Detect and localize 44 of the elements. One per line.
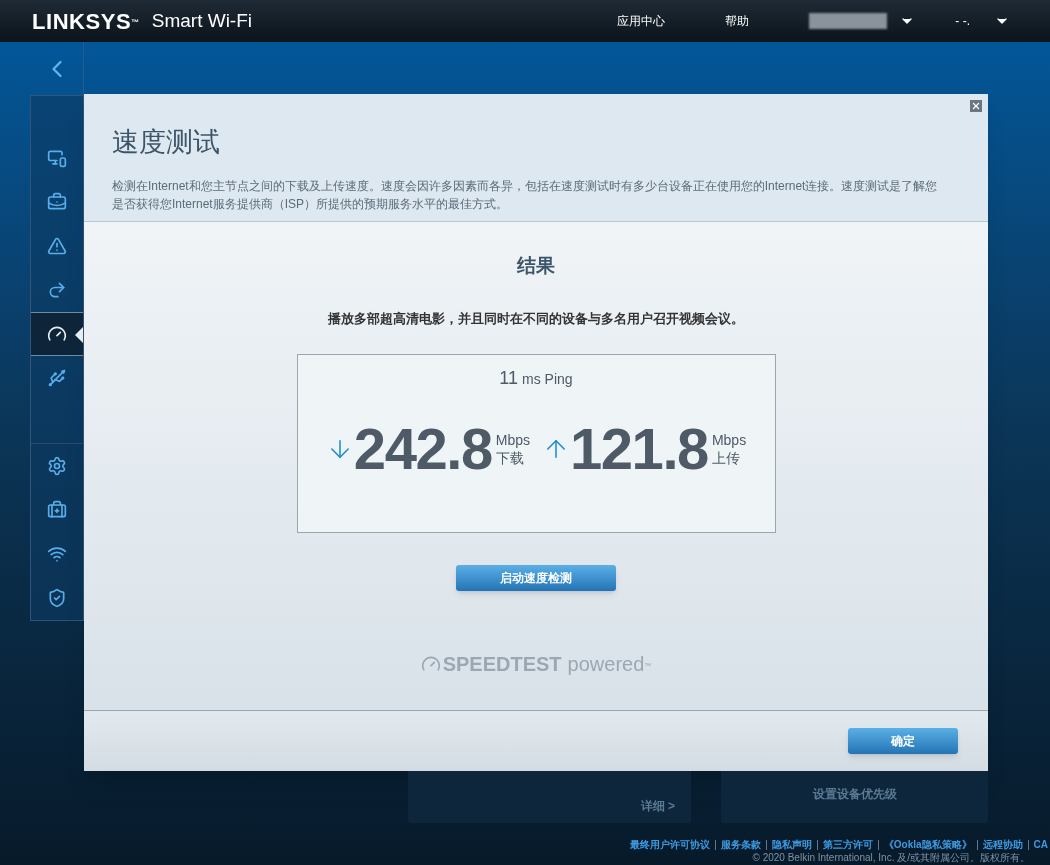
start-test-button[interactable]: 启动速度检测	[456, 565, 616, 591]
footer-link[interactable]: 隐私声明	[771, 837, 812, 852]
logo: LINKSYS$^{™}$	[32, 7, 140, 36]
product-name: Smart Wi-Fi	[151, 8, 253, 33]
card-text: 详细 >	[640, 798, 675, 815]
devices-icon	[47, 148, 67, 168]
nav-link[interactable]: 应用中心	[617, 12, 666, 30]
speed-label: 上传	[711, 449, 741, 467]
warning-icon	[47, 236, 67, 256]
ping-value: 11	[499, 367, 519, 390]
card-text: 设置设备优先级	[812, 786, 897, 803]
close-button[interactable]	[970, 100, 982, 112]
shield-icon	[47, 588, 67, 608]
footer-link[interactable]: 《Ookla隐私策略》	[883, 837, 972, 852]
speed-value: 121.8	[570, 420, 708, 478]
sidebar-item[interactable]	[31, 312, 83, 356]
footer-link[interactable]: 服务条款	[720, 837, 761, 852]
usb-icon	[47, 368, 67, 388]
nav-link[interactable]: 帮助	[725, 12, 750, 30]
gauge-icon	[420, 654, 441, 674]
gauge-icon	[47, 324, 67, 344]
result-text: 播放多部超高清电影，并且同时在不同的设备与多名用户召开视频会议。	[328, 309, 744, 328]
result-heading: 结果	[517, 254, 555, 278]
account-menu[interactable]: - -.	[955, 12, 1010, 30]
speed-unit: Mbps	[711, 431, 747, 449]
settings-icon	[47, 456, 67, 476]
medical-kit-icon	[47, 500, 67, 520]
copyright: © 2020 Belkin International, Inc. 及/或其附属公司。版权所有。	[751, 852, 1031, 864]
speed-value: 242.8	[353, 420, 492, 478]
dialog-title: 速度测试	[112, 126, 221, 159]
arrow-icon	[47, 280, 67, 300]
footer-link[interactable]: 最终用户许可协议	[629, 837, 710, 852]
speed-label: 下载	[495, 449, 525, 467]
footer-link[interactable]: 远程协助	[982, 837, 1023, 852]
wifi-icon	[47, 544, 67, 564]
footer-link[interactable]: CA	[1033, 837, 1048, 852]
ok-button[interactable]: 确定	[848, 728, 958, 754]
briefcase-icon	[47, 192, 67, 212]
ping-unit: ms Ping	[522, 370, 573, 389]
speedtest-logo: SPEEDTEST powered$^{™}$	[420, 649, 652, 679]
dialog-description: 检测在Internet和您主节点之间的下载及上传速度。速度会因许多因素而各异，包括在速度测试时有多少台设备正在使用您的Internet连接。速度测试是了解您是否获得您Internet服务提供商（ISP）所提供的预期服务水平的最佳方式。	[112, 177, 939, 213]
speed-unit: Mbps	[495, 431, 530, 449]
close-icon	[971, 101, 981, 111]
footer-link[interactable]: 第三方许可	[822, 837, 873, 852]
